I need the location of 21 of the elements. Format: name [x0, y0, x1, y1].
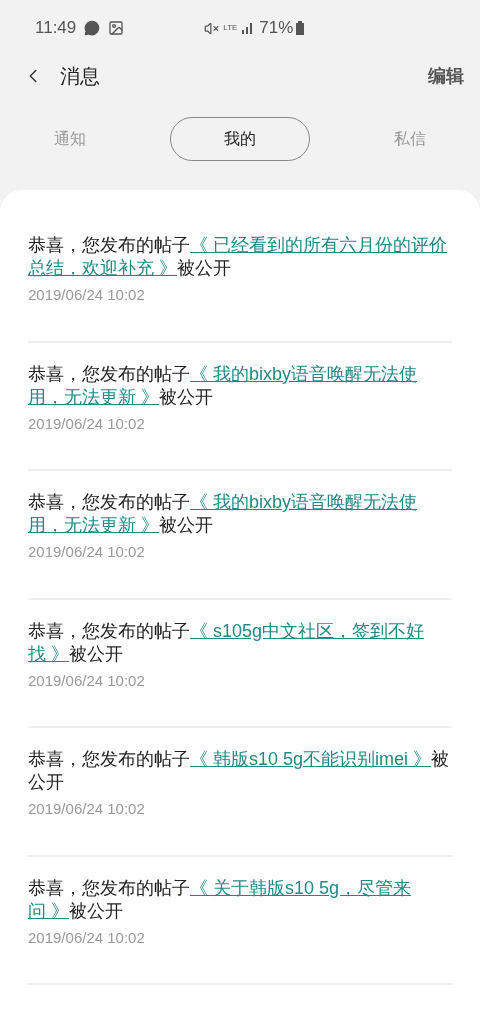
message-time: 2019/06/24 10:02 — [28, 542, 146, 562]
page-title: 消息 — [60, 64, 100, 89]
message-text: 恭喜，您发布的帖子《 s105g中文社区，签到不好找 》被公开 — [28, 619, 426, 666]
message-text: 恭喜，您发布的帖子《 我的bixby语音唤醒无法使用，无法更新 》被公开 — [28, 362, 419, 409]
battery-icon — [296, 21, 305, 35]
network-label: LTE — [223, 24, 238, 32]
image-icon — [108, 20, 125, 36]
message-text: 恭喜，您发布的帖子《 关于韩版s10 5g，尽管来问 》被公开 — [28, 876, 413, 923]
mute-icon — [204, 20, 220, 36]
message-time: 2019/06/24 10:02 — [28, 927, 146, 948]
message-time: 2019/06/24 10:02 — [28, 285, 146, 305]
message-time: 2019/06/24 10:02 — [28, 799, 146, 819]
message-time: 2019/06/24 10:02 — [28, 670, 146, 691]
message-text: 恭喜，您发布的帖子《 我的bixby语音唤醒无法使用，无法更新 》被公开 — [28, 491, 419, 537]
message-time: 2019/06/24 10:02 — [28, 413, 146, 434]
status-time: 11:49 — [35, 17, 77, 40]
chat-icon — [84, 20, 101, 36]
message-text: 恭喜，您发布的帖子《 已经看到的所有六月份的评价总结，欢迎补充 》被公开 — [28, 234, 448, 280]
edit-button[interactable]: 编辑 — [428, 62, 464, 90]
message-text: 恭喜，您发布的帖子《 韩版s10 5g不能识别imei 》被公开 — [28, 748, 451, 794]
battery-percent: 71% — [259, 17, 294, 40]
